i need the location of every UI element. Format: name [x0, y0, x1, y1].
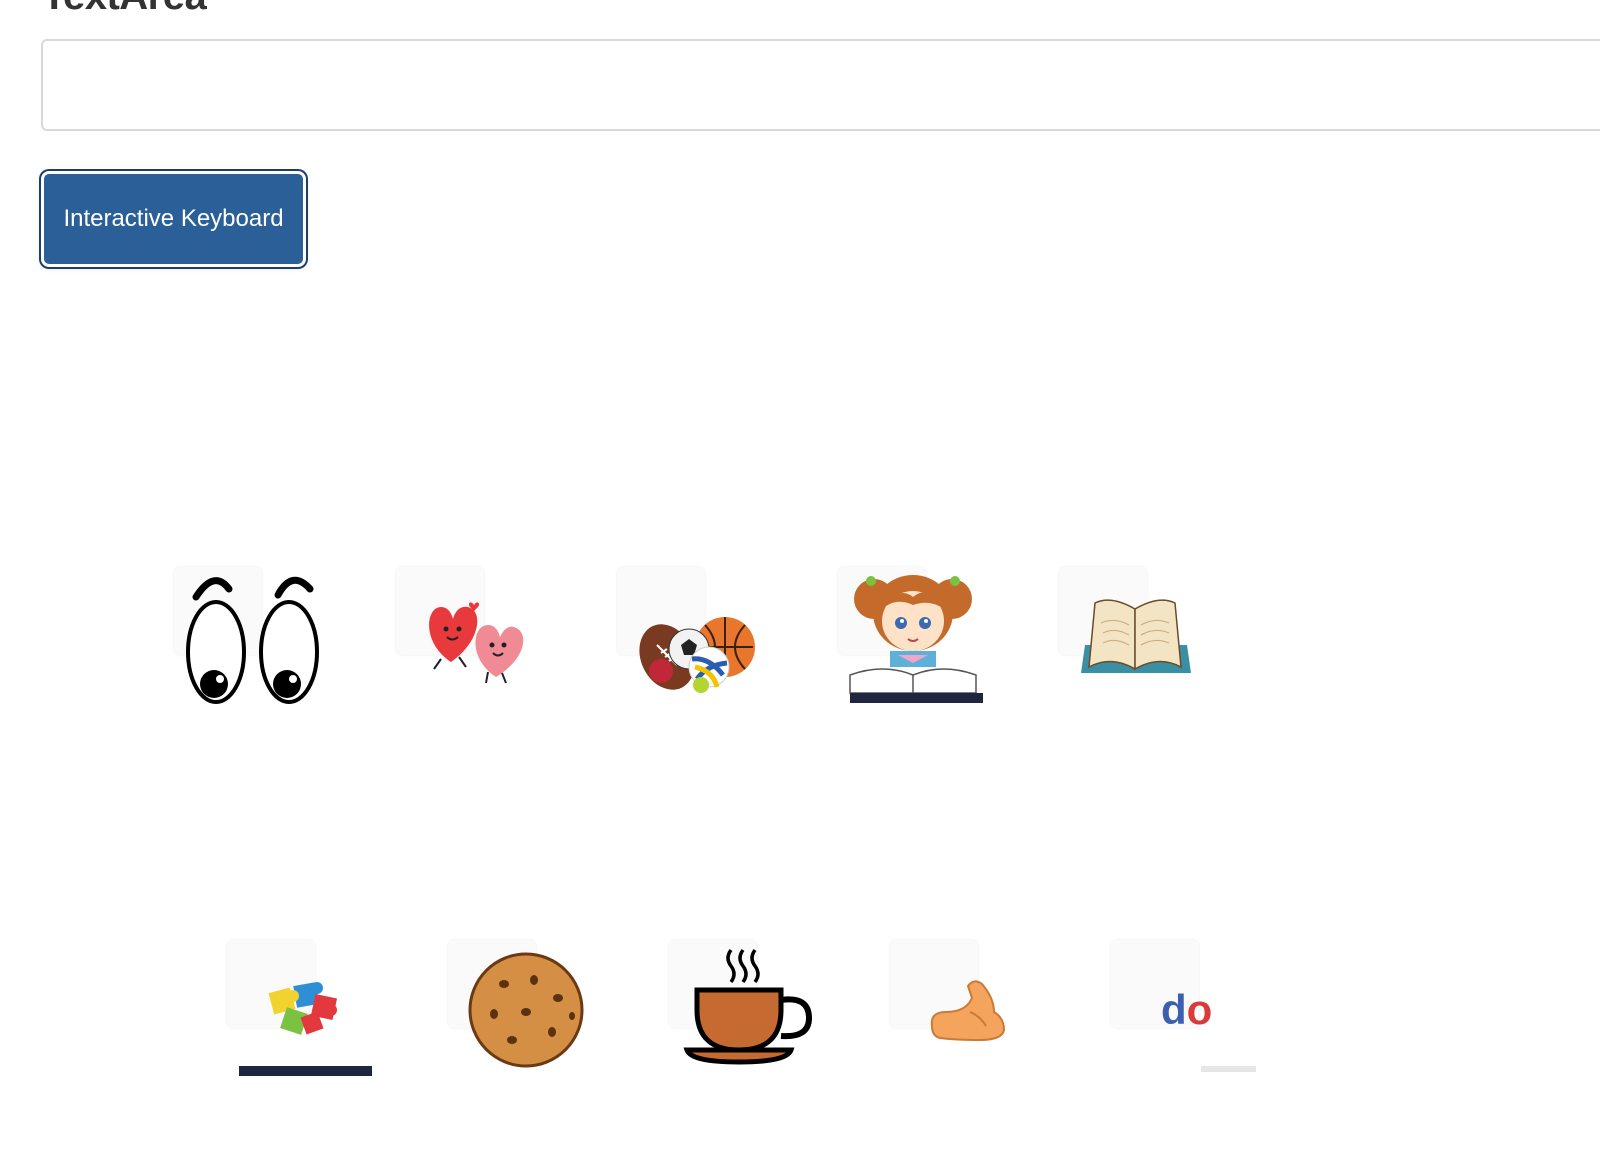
symbol-tile-cookie[interactable] [448, 940, 598, 1085]
symbol-tile-do[interactable]: do [1111, 940, 1261, 1085]
page: TextArea Interactive Keyboard [0, 0, 1600, 1150]
page-title: TextArea [42, 0, 207, 18]
symbol-tile-eyes[interactable] [174, 567, 324, 712]
puzzle-icon [239, 982, 372, 1076]
symbol-tile-puzzle[interactable] [227, 940, 377, 1085]
eyes-icon [186, 576, 319, 704]
text-area-input[interactable] [41, 39, 1600, 131]
girl-reading-icon [849, 575, 983, 703]
sports-balls-icon [639, 617, 755, 693]
symbol-tile-hearts[interactable] [396, 567, 546, 712]
symbol-tile-sports[interactable] [617, 567, 767, 712]
symbol-tile-book[interactable] [1059, 567, 1209, 712]
symbol-tile-girl-reading[interactable] [838, 567, 988, 712]
cookie-icon [468, 952, 584, 1068]
flexed-arm-icon [930, 980, 1006, 1042]
coffee-cup-icon [683, 948, 813, 1065]
interactive-keyboard-button[interactable]: Interactive Keyboard [41, 171, 306, 267]
open-book-icon [1081, 599, 1191, 673]
symbol-tile-coffee[interactable] [669, 940, 819, 1085]
symbol-tile-muscle[interactable] [890, 940, 1040, 1085]
do-word-text: do [1161, 986, 1212, 1033]
do-word-icon: do [1161, 986, 1256, 1072]
hearts-icon [429, 602, 524, 684]
